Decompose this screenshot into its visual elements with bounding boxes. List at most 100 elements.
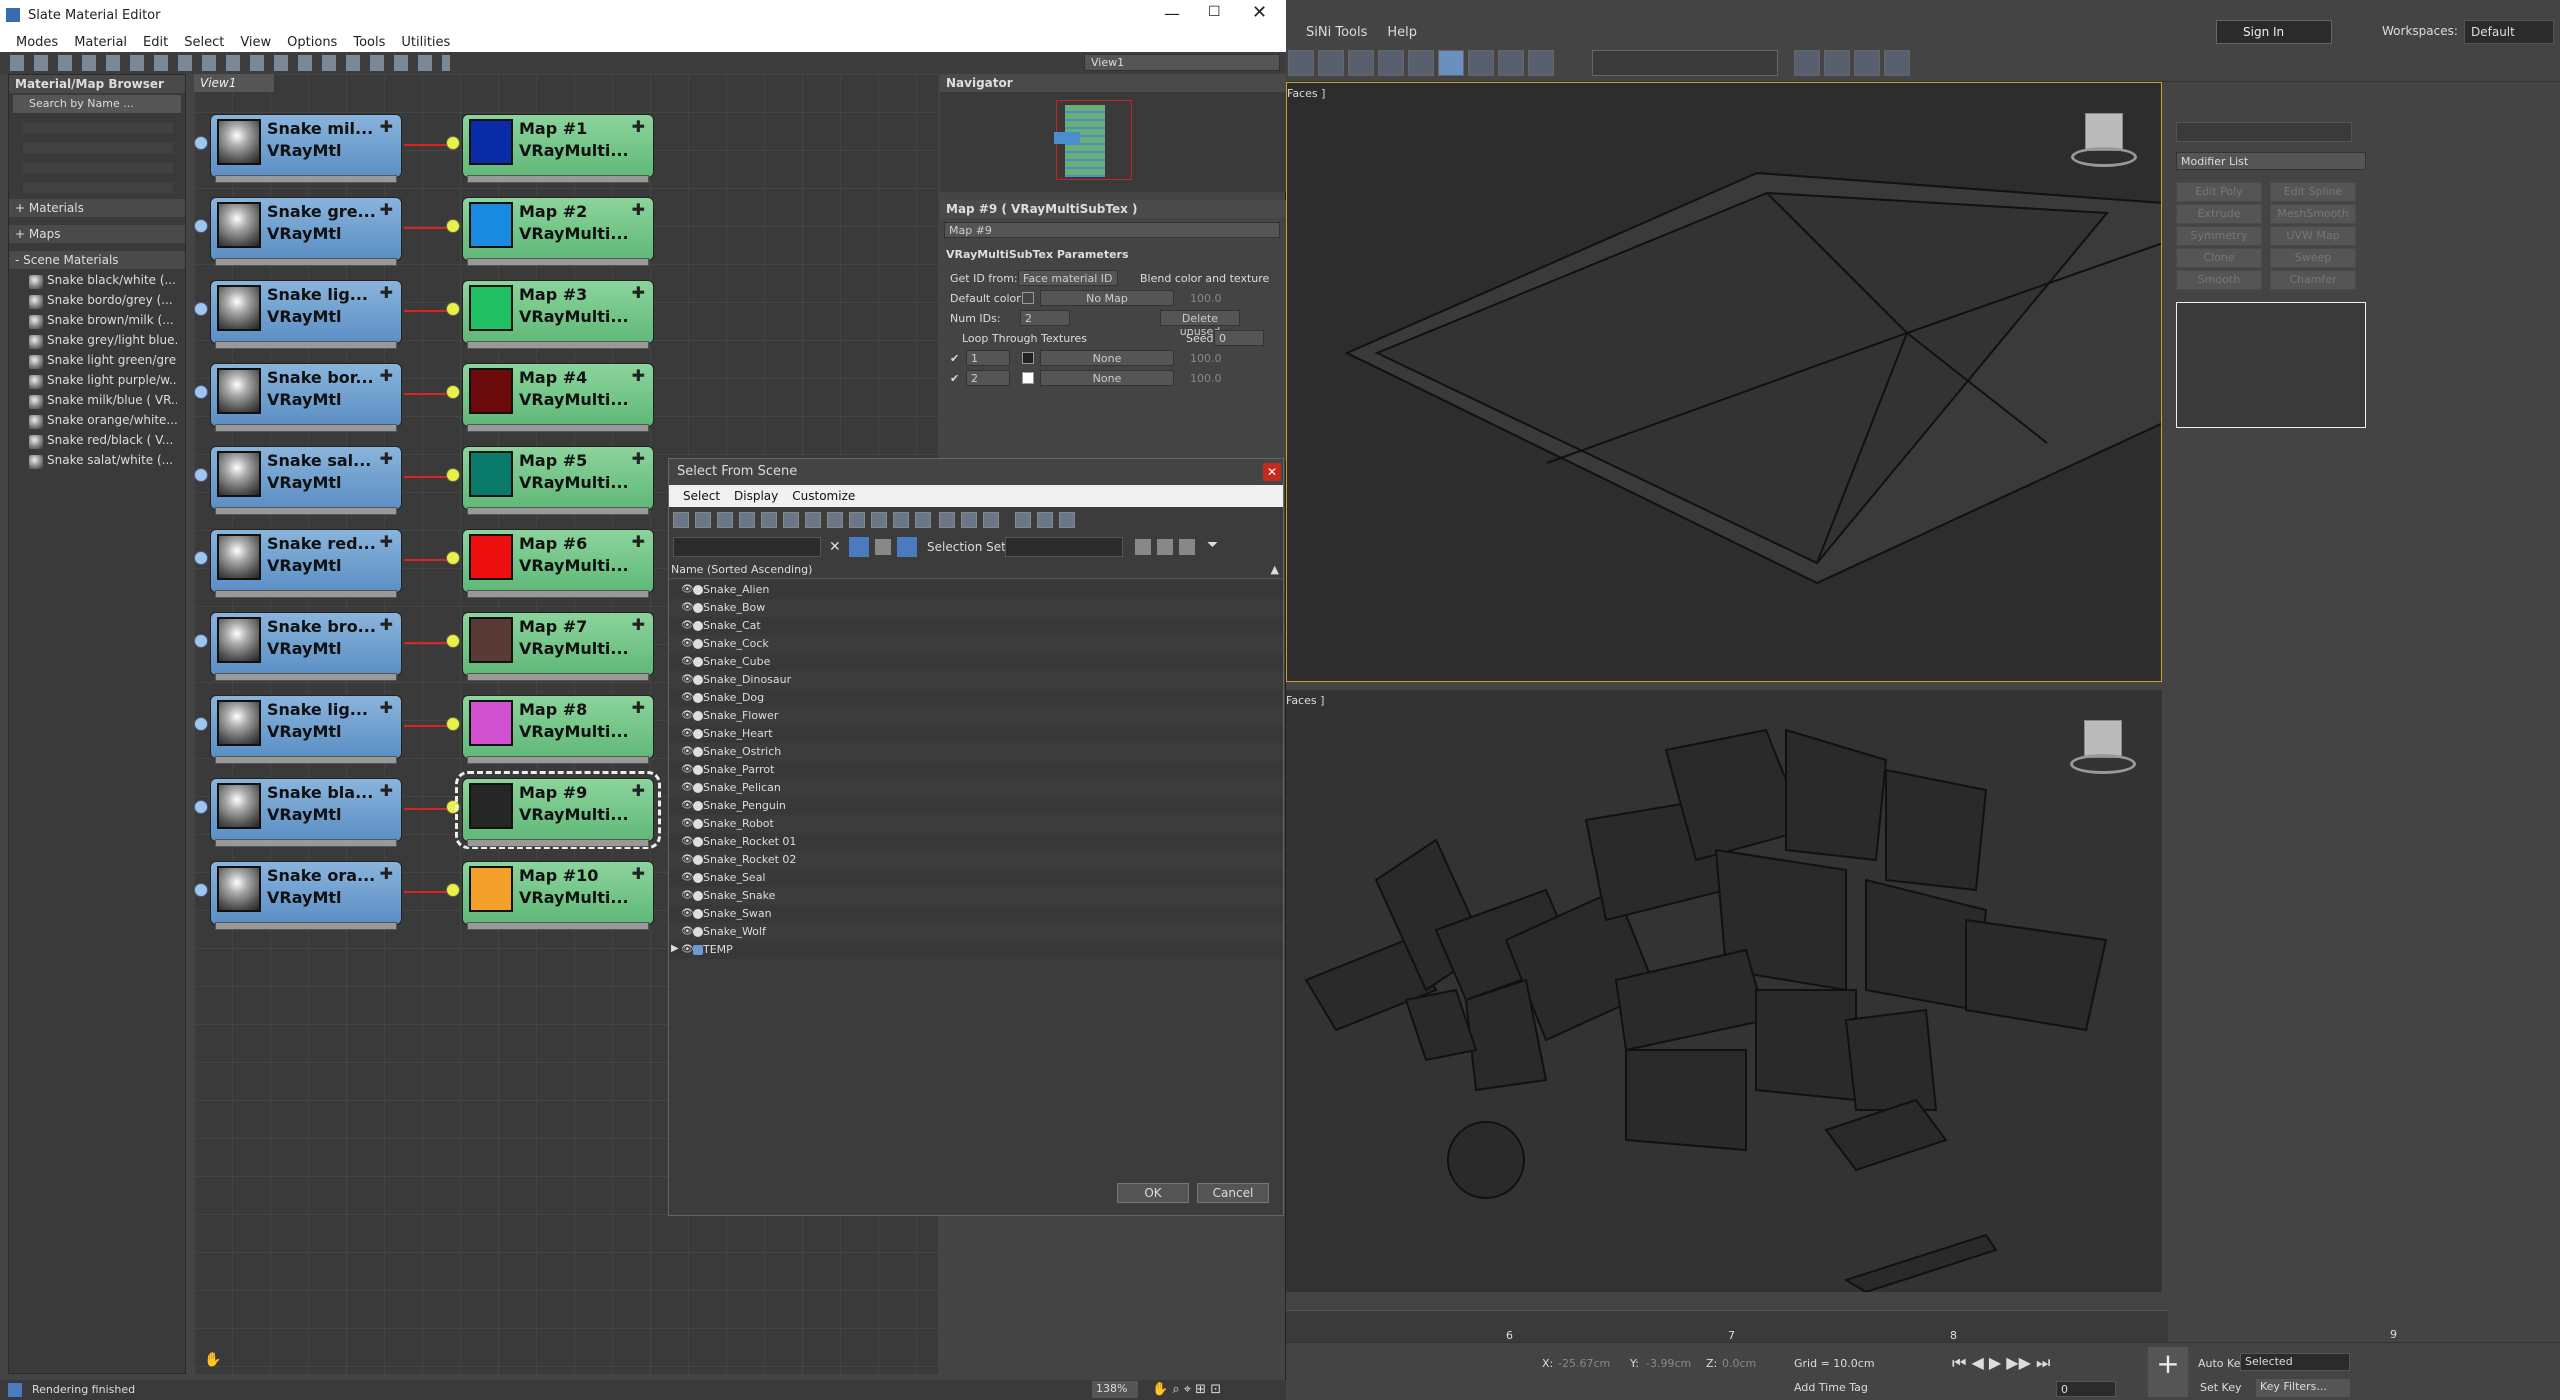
stack-tools[interactable] (2176, 434, 2366, 454)
cancel-button[interactable]: Cancel (1197, 1183, 1269, 1203)
tool-icon-c[interactable] (1854, 50, 1880, 76)
rollout-title[interactable]: VRayMultiSubTex Parameters (946, 248, 1129, 261)
funnel-icon[interactable]: ⏷ (1207, 537, 1218, 553)
render-icon[interactable] (1528, 50, 1554, 76)
expand-plus-icon[interactable]: ✚ (380, 698, 393, 717)
map-node[interactable]: Map #2 VRayMulti... ✚ (462, 197, 654, 266)
ok-button[interactable]: OK (1117, 1183, 1189, 1203)
filter-funnel-2-icon[interactable] (1037, 512, 1053, 528)
key-filters-button[interactable]: Key Filters... (2256, 1379, 2350, 1397)
modifier-edit-poly[interactable]: Edit Poly (2176, 182, 2262, 202)
map-output-port[interactable] (446, 717, 460, 731)
y-value[interactable]: -3.99cm (1646, 1357, 1691, 1370)
subtex-map-1[interactable]: None (1040, 350, 1174, 366)
view-tab[interactable]: View1 (194, 74, 274, 92)
viewcube-icon[interactable] (2071, 113, 2137, 169)
clear-icon[interactable]: ✕ (829, 539, 841, 555)
expand-plus-icon[interactable]: ✚ (632, 781, 645, 800)
menu-utilities[interactable]: Utilities (401, 35, 450, 50)
curve-editor-icon[interactable] (1408, 50, 1434, 76)
map-output-port[interactable] (446, 302, 460, 316)
list-item[interactable]: 👁 Snake_Cube (669, 653, 1283, 671)
modifier-clone[interactable]: Clone (2176, 248, 2262, 268)
map-node[interactable]: Map #1 VRayMulti... ✚ (462, 114, 654, 183)
scene-material-item[interactable]: Snake red/black ( V... (27, 433, 177, 451)
material-node[interactable]: Snake lig... VRayMtl ✚ (210, 695, 402, 764)
menu-material[interactable]: Material (74, 35, 127, 50)
filter-geometry-icon[interactable] (673, 512, 689, 528)
timeline[interactable]: 6 7 8 9 (1286, 1310, 2168, 1342)
material-node[interactable]: Snake bla... VRayMtl ✚ (210, 778, 402, 847)
x-value[interactable]: -25.67cm (1558, 1357, 1610, 1370)
map-node[interactable]: Map #8 VRayMulti... ✚ (462, 695, 654, 764)
dialog-close-icon[interactable]: ✕ (1263, 463, 1281, 481)
seed-spinner[interactable]: 0 (1214, 330, 1264, 346)
viewcube-icon-2[interactable] (2070, 720, 2136, 776)
maximize-icon[interactable]: ☐ (1208, 4, 1221, 20)
minimize-icon[interactable]: — (1164, 4, 1180, 23)
filter-containers-icon[interactable] (871, 512, 887, 528)
list-item[interactable]: 👁 Snake_Bow (669, 599, 1283, 617)
filter-shapes-icon[interactable] (695, 512, 711, 528)
scene-material-item[interactable]: Snake grey/light blue... (27, 333, 177, 351)
scene-material-item[interactable]: Snake brown/milk (... (27, 313, 177, 331)
z-value[interactable]: 0.0cm (1722, 1357, 1756, 1370)
filter-lights-icon[interactable] (717, 512, 733, 528)
scene-material-item[interactable]: Snake orange/white... (27, 413, 177, 431)
material-input-port[interactable] (194, 800, 208, 814)
list-item[interactable]: 👁 Snake_Parrot (669, 761, 1283, 779)
zoom-dropdown[interactable]: 138% (1092, 1381, 1138, 1398)
set-key-button[interactable]: Set Key (2200, 1381, 2242, 1394)
select-none-icon[interactable] (961, 512, 977, 528)
expand-plus-icon[interactable]: ✚ (380, 864, 393, 883)
map-node[interactable]: Map #6 VRayMulti... ✚ (462, 529, 654, 598)
blend-checkbox-label[interactable]: Blend color and texture (1140, 272, 1269, 285)
nav-tools-icons[interactable]: ✋ ⌕ ⌖ ⊞ ⊡ (1152, 1382, 1221, 1397)
workspaces-dropdown[interactable]: Default (2464, 20, 2554, 44)
expand-plus-icon[interactable]: ✚ (632, 283, 645, 302)
modifier-extrude[interactable]: Extrude (2176, 204, 2262, 224)
tool-icon-b[interactable] (1824, 50, 1850, 76)
map-output-port[interactable] (446, 219, 460, 233)
filter-cameras-icon[interactable] (739, 512, 755, 528)
list-item[interactable]: 👁 Snake_Flower (669, 707, 1283, 725)
slate-tool-icons[interactable] (10, 55, 450, 71)
menu-sini-tools[interactable]: SiNi Tools (1306, 25, 1367, 40)
filter-helpers-icon[interactable] (761, 512, 777, 528)
frame-field[interactable]: 0 (2056, 1381, 2116, 1397)
graph-editor-icon[interactable] (1378, 50, 1404, 76)
selset-tool-1-icon[interactable] (1135, 539, 1151, 555)
map-node[interactable]: Map #3 VRayMulti... ✚ (462, 280, 654, 349)
map-node[interactable]: Map #9 VRayMulti... ✚ (455, 771, 661, 849)
material-input-port[interactable] (194, 302, 208, 316)
render-setup-icon[interactable] (1468, 50, 1494, 76)
map-output-port[interactable] (446, 551, 460, 565)
expand-plus-icon[interactable]: ✚ (632, 117, 645, 136)
menu-modes[interactable]: Modes (16, 35, 58, 50)
subtex-row-1[interactable]: ✔ (950, 352, 959, 365)
scene-material-item[interactable]: Snake milk/blue ( VR... (27, 393, 177, 411)
expand-plus-icon[interactable]: ✚ (380, 200, 393, 219)
material-node[interactable]: Snake red... VRayMtl ✚ (210, 529, 402, 598)
modifier-edit-spline[interactable]: Edit Spline (2270, 182, 2356, 202)
expand-plus-icon[interactable]: ✚ (632, 615, 645, 634)
list-item[interactable]: 👁 Snake_Cock (669, 635, 1283, 653)
pan-hand-icon[interactable]: ✋ (204, 1352, 221, 1368)
selset-tool-3-icon[interactable] (1179, 539, 1195, 555)
material-node[interactable]: Snake bor... VRayMtl ✚ (210, 363, 402, 432)
modifier-smooth[interactable]: Smooth (2176, 270, 2262, 290)
dialog-menu-select[interactable]: Select (683, 489, 720, 503)
modifier-uvw-map[interactable]: UVW Map (2270, 226, 2356, 246)
viewport-bottom-label[interactable]: Faces ] (1286, 694, 1324, 707)
render-preset-dropdown[interactable] (1592, 50, 1778, 76)
loop-textures-checkbox[interactable]: Loop Through Textures (962, 332, 1087, 345)
delete-unused-button[interactable]: Delete unused (1160, 310, 1240, 338)
expand-plus-icon[interactable]: ✚ (632, 366, 645, 385)
hierarchy-icon[interactable] (897, 537, 917, 557)
filter-xrefs-icon[interactable] (827, 512, 843, 528)
material-input-port[interactable] (194, 136, 208, 150)
scene-material-item[interactable]: Snake salat/white (... (27, 453, 177, 471)
select-all-icon[interactable] (939, 512, 955, 528)
material-input-port[interactable] (194, 883, 208, 897)
expand-plus-icon[interactable]: ✚ (632, 449, 645, 468)
